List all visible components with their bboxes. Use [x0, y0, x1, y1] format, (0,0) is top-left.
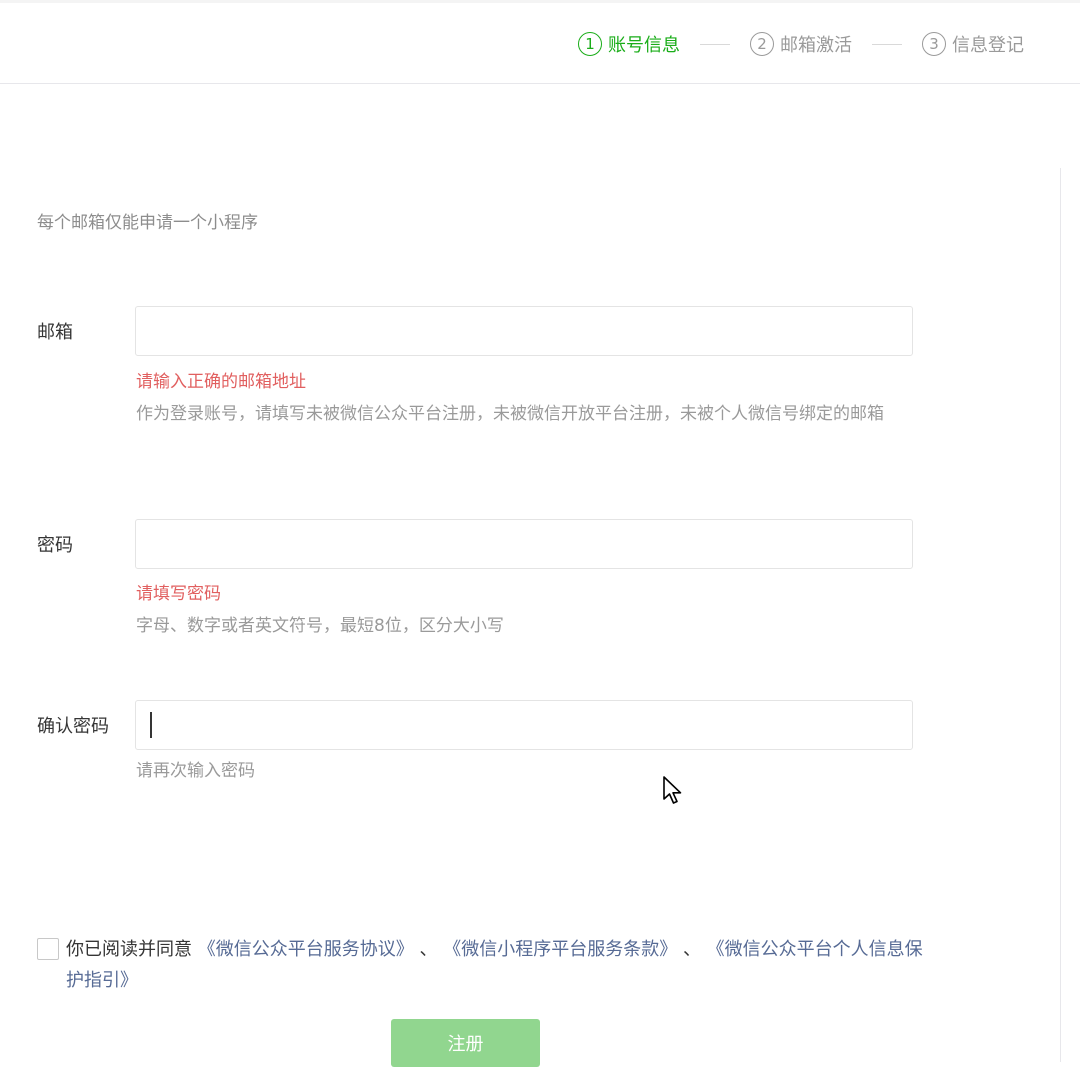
service-agreement-link[interactable]: 《微信公众平台服务协议》 — [198, 939, 414, 960]
miniprogram-terms-link[interactable]: 《微信小程序平台服务条款》 — [443, 939, 677, 960]
step-number: 3 — [922, 32, 946, 56]
confirm-password-hint: 请再次输入密码 — [136, 761, 255, 781]
form-tip: 每个邮箱仅能申请一个小程序 — [37, 213, 258, 233]
step-email-activation: 2 邮箱激活 — [750, 31, 852, 57]
step-account-info: 1 账号信息 — [578, 31, 680, 57]
password-input[interactable] — [135, 519, 913, 569]
agreement-separator: 、 — [682, 939, 701, 960]
step-separator — [700, 43, 730, 45]
step-separator — [872, 43, 902, 45]
confirm-password-input[interactable] — [135, 700, 913, 750]
confirm-password-label: 确认密码 — [37, 716, 109, 737]
step-number: 2 — [750, 32, 774, 56]
password-error: 请填写密码 — [136, 584, 221, 604]
text-caret — [150, 712, 152, 738]
email-hint: 作为登录账号，请填写未被微信公众平台注册，未被微信开放平台注册，未被个人微信号绑… — [136, 404, 884, 424]
password-hint: 字母、数字或者英文符号，最短8位，区分大小写 — [136, 616, 504, 636]
register-button[interactable]: 注册 — [391, 1019, 540, 1067]
step-label: 账号信息 — [608, 35, 680, 56]
step-label: 信息登记 — [952, 35, 1024, 56]
agreement-separator: 、 — [419, 939, 438, 960]
agreement-text: 你已阅读并同意 《微信公众平台服务协议》 、 《微信小程序平台服务条款》 、 《… — [66, 934, 926, 996]
email-label: 邮箱 — [37, 322, 73, 343]
mouse-pointer-icon — [663, 776, 682, 804]
step-info-registration: 3 信息登记 — [922, 31, 1024, 57]
step-label: 邮箱激活 — [780, 35, 852, 56]
header: 1 账号信息 2 邮箱激活 3 信息登记 — [0, 3, 1080, 84]
step-number: 1 — [578, 32, 602, 56]
content-divider — [1060, 168, 1061, 1062]
agreement-checkbox[interactable] — [37, 938, 59, 960]
password-label: 密码 — [37, 535, 73, 556]
agreement-prefix: 你已阅读并同意 — [66, 939, 192, 960]
step-indicator: 1 账号信息 2 邮箱激活 3 信息登记 — [578, 31, 1024, 57]
email-input[interactable] — [135, 306, 913, 356]
email-error: 请输入正确的邮箱地址 — [136, 372, 306, 392]
